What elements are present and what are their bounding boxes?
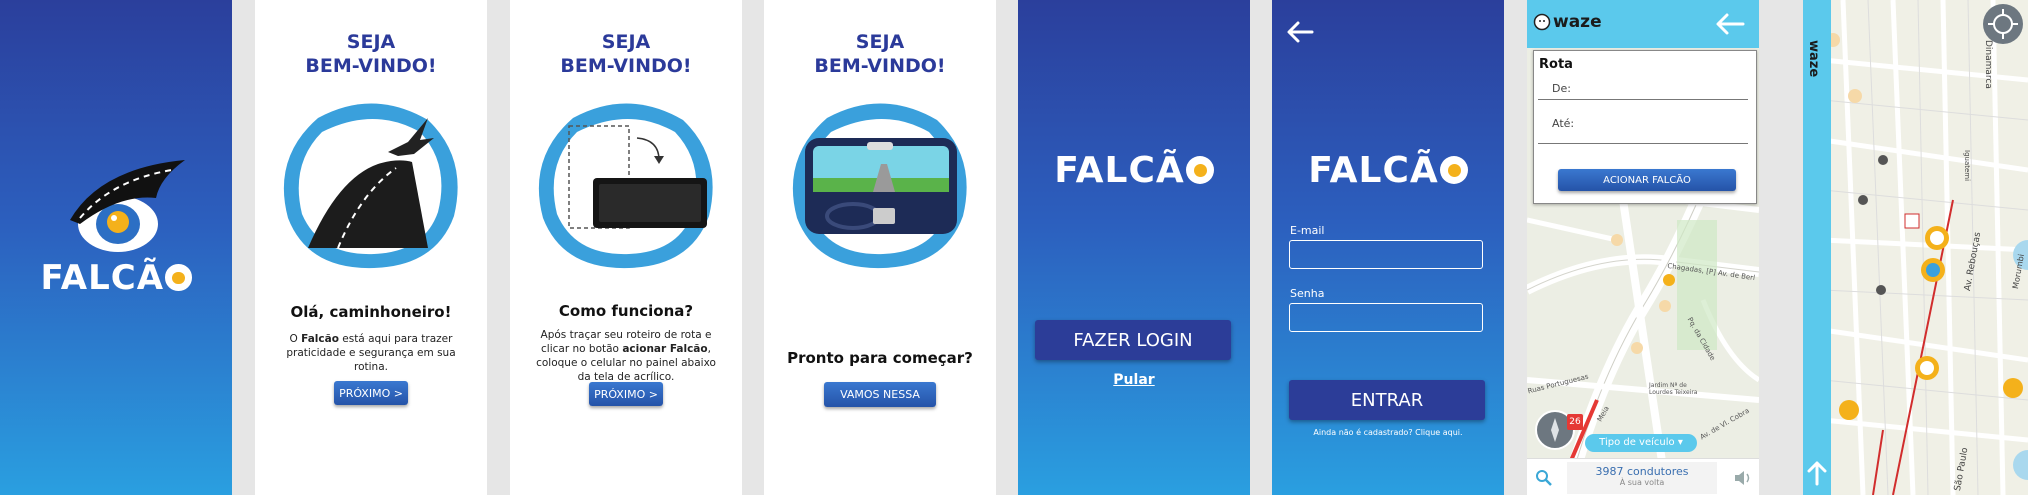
drivers-sub: À sua volta — [1619, 478, 1665, 487]
back-arrow-icon[interactable] — [1715, 12, 1745, 36]
back-arrow-icon[interactable] — [1286, 20, 1314, 44]
search-icon[interactable] — [1535, 469, 1553, 487]
onboarding-screen-1: SEJA BEM-VINDO! Olá, caminhoneiro! O Falc… — [255, 0, 487, 495]
destination-field[interactable]: Até: — [1538, 109, 1748, 144]
activate-falcao-button[interactable]: ACIONAR FALCÃO — [1558, 169, 1736, 191]
skip-link[interactable]: Pular — [1018, 372, 1250, 388]
submit-button[interactable]: ENTRAR — [1289, 380, 1485, 420]
welcome-title: SEJA BEM-VINDO! — [560, 31, 692, 77]
login-button[interactable]: FAZER LOGIN — [1035, 320, 1231, 360]
speed-badge: 26 — [1567, 414, 1583, 430]
waze-nav-screen: waze Av. Rebouças Dinamarca Morumbi São … — [1803, 0, 2028, 495]
email-field[interactable] — [1289, 240, 1483, 269]
login-choice-screen: FALCÃ FAZER LOGIN Pular — [1018, 0, 1250, 495]
crosshair-icon — [1988, 9, 2018, 39]
waze-wordmark: waze — [1553, 12, 1602, 32]
welcome-title: SEJA BEM-VINDO! — [305, 31, 437, 77]
login-form-screen: FALCÃ E-mail Senha ENTRAR Ainda não é ca… — [1272, 0, 1504, 495]
password-field[interactable] — [1289, 303, 1483, 332]
brand-wordmark: FALCÃ — [0, 258, 232, 298]
password-label: Senha — [1290, 287, 1325, 300]
road-falcon-illustration — [283, 103, 458, 269]
waze-route-screen: Chagadas, [P] Av. de Berl Ruas Portugues… — [1527, 0, 1759, 495]
origin-label: De: — [1552, 82, 1571, 95]
onboarding-description: O Falcão está aqui para trazer praticida… — [286, 333, 456, 373]
phone-placement-illustration — [538, 103, 713, 269]
route-panel-title: Rota — [1539, 57, 1573, 72]
street-label: Jardim Nª de Lourdes Teixeira — [1649, 382, 1698, 396]
waze-wordmark: waze — [1806, 40, 1821, 78]
street-label: Dinamarca — [1983, 40, 1993, 89]
destination-label: Até: — [1552, 117, 1575, 130]
waze-logo-icon — [1533, 13, 1551, 31]
drivers-counter: 3987 condutores À sua volta — [1567, 462, 1717, 494]
welcome-title: SEJA BEM-VINDO! — [814, 31, 946, 77]
onboarding-title: Pronto para começar? — [787, 349, 973, 367]
up-arrow-icon[interactable] — [1807, 460, 1827, 486]
next-button[interactable]: PRÓXIMO > — [334, 381, 408, 405]
falcao-eye-logo — [70, 160, 185, 252]
signup-link[interactable]: Ainda não é cadastrado? Clique aqui. — [1272, 428, 1504, 437]
waze-side-bar: waze — [1803, 0, 1831, 495]
start-button[interactable]: VAMOS NESSA — [824, 382, 936, 407]
truck-cabin-illustration — [792, 103, 967, 269]
next-button[interactable]: PRÓXIMO > — [589, 382, 663, 406]
waze-header: waze — [1527, 0, 1759, 48]
email-label: E-mail — [1290, 224, 1325, 237]
recenter-button[interactable] — [1983, 4, 2023, 44]
origin-field[interactable]: De: — [1538, 73, 1748, 100]
vehicle-type-dropdown[interactable]: Tipo de veículo ▾ — [1585, 434, 1697, 452]
street-label: Iguatemi — [1963, 150, 1971, 182]
onboarding-description: Após traçar seu roteiro de rota e clicar… — [536, 329, 716, 383]
onboarding-title: Olá, caminhoneiro! — [290, 303, 452, 321]
speaker-icon[interactable] — [1733, 469, 1753, 487]
brand-wordmark: FALCÃ — [1018, 150, 1250, 191]
map-view[interactable] — [1803, 0, 2028, 495]
onboarding-title: Como funciona? — [558, 302, 694, 320]
onboarding-screen-3: SEJA BEM-VINDO! Pronto para começar? VAMO… — [764, 0, 996, 495]
route-panel: Rota De: Até: ACIONAR FALCÃO — [1533, 50, 1757, 204]
vehicle-type-label: Tipo de veículo — [1599, 437, 1675, 448]
splash-screen: FALCÃ — [0, 0, 232, 495]
drivers-count: 3987 condutores — [1595, 465, 1689, 478]
onboarding-screen-2: SEJA BEM-VINDO! Como funciona? Após traça… — [510, 0, 742, 495]
waze-bottom-bar: 3987 condutores À sua volta — [1527, 458, 1759, 495]
brand-wordmark: FALCÃ — [1272, 150, 1504, 191]
